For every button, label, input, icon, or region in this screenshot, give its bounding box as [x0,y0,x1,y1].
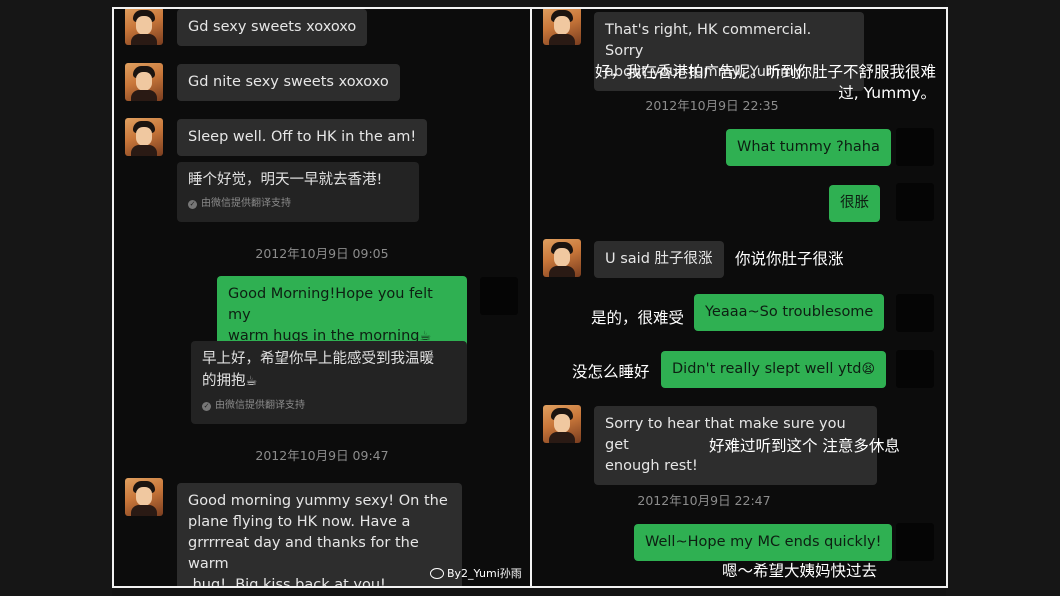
message-text: enough rest! [605,458,698,474]
timestamp: 2012年10月9日 22:47 [637,493,771,508]
message-bubble[interactable]: U said 肚子很涨 [594,241,724,278]
user-avatar[interactable] [896,183,934,221]
message-text: grrrrreat day and thanks for the warm [188,535,419,572]
user-avatar[interactable] [896,128,934,166]
message-text: That's right, HK commercial. Sorry [605,22,812,59]
user-avatar[interactable] [896,523,934,561]
message-text: Good morning yummy sexy! On the [188,493,448,509]
message-text: Gd nite sexy sweets xoxoxo [188,74,389,90]
message-text: What tummy ?haha [737,139,880,155]
coffee-icon: ☕ [245,374,258,389]
message-text: Didn't really slept well ytd [672,361,862,377]
message-bubble-sent[interactable]: Yeaaa~So troublesome [694,294,885,331]
background-left [0,0,112,596]
user-avatar[interactable] [896,294,934,332]
translation-text: 睡个好觉，明天一早就去香港! [188,172,383,188]
message-bubble-sent[interactable]: What tummy ?haha [726,129,891,166]
tired-face-icon: 😫 [861,362,876,377]
message-bubble[interactable]: Gd nite sexy sweets xoxoxo [177,64,400,101]
translation-caption: 你说你肚子很涨 [735,250,844,268]
watermark-text: By2_Yumi孙雨 [447,567,522,580]
message-text: hug! Big kiss back at you! [188,577,386,588]
background-right [946,0,1060,596]
contact-avatar[interactable] [125,9,163,45]
contact-avatar[interactable] [543,405,581,443]
translation-text: 的拥抱 [202,373,246,389]
weibo-icon [430,567,444,579]
user-avatar[interactable] [896,350,934,388]
translation-caption: 没怎么睡好 [572,363,650,381]
message-text: plane flying to HK now. Have a [188,514,411,530]
message-bubble[interactable]: Good morning yummy sexy! On the plane fl… [177,483,462,588]
timestamp: 2012年10月9日 22:35 [645,98,779,113]
contact-avatar[interactable] [125,118,163,156]
contact-avatar[interactable] [543,9,581,45]
message-text: Gd sexy sweets xoxoxo [188,19,357,35]
check-icon: ✓ [202,401,211,411]
message-bubble[interactable]: Gd sexy sweets xoxoxo [177,9,368,46]
contact-avatar[interactable] [125,63,163,101]
translation-note: 由微信提供翻译支持 [201,198,291,209]
translation-caption: 嗯～希望大姨妈快过去 [722,562,878,580]
chat-screenshot-right: That's right, HK commercial. Sorry about… [530,7,948,588]
chat-screenshot-left: Gd sexy sweets xoxoxo Gd nite sexy sweet… [112,7,532,588]
contact-avatar[interactable] [125,478,163,516]
message-bubble-sent[interactable]: Didn't really slept well ytd😫 [661,351,887,388]
translation-box: 早上好，希望你早上能感受到我温暖 的拥抱☕ ✓ 由微信提供翻译支持 [191,341,467,424]
message-text: Well~Hope my MC ends quickly! [645,534,882,550]
message-text: U said 肚子很涨 [605,251,713,267]
translation-text: 早上好，希望你早上能感受到我温暖 [202,351,434,367]
message-text: Good Morning!Hope you felt my [228,286,433,323]
user-avatar[interactable] [480,277,518,315]
message-bubble-sent[interactable]: 很胀 [829,185,880,222]
caption-text: 好，我在香港拍广告呢。听到你肚子不舒服我很难 [594,63,936,81]
message-text: Yeaaa~So troublesome [705,304,874,320]
timestamp: 2012年10月9日 09:47 [255,448,389,463]
timestamp: 2012年10月9日 09:05 [255,246,389,261]
translation-caption: 好难过听到这个 注意多休息 [709,437,900,455]
message-bubble-sent[interactable]: Well~Hope my MC ends quickly! [634,524,893,561]
translation-box: 睡个好觉，明天一早就去香港! ✓ 由微信提供翻译支持 [177,162,419,222]
check-icon: ✓ [188,199,197,209]
translation-caption: 是的，很难受 [591,309,685,327]
translation-note: 由微信提供翻译支持 [215,400,305,411]
message-text: Sleep well. Off to HK in the am! [188,129,417,145]
watermark: By2_Yumi孙雨 [430,565,522,581]
message-bubble[interactable]: Sleep well. Off to HK in the am! [177,119,428,156]
contact-avatar[interactable] [543,239,581,277]
message-text: 很胀 [840,195,869,211]
